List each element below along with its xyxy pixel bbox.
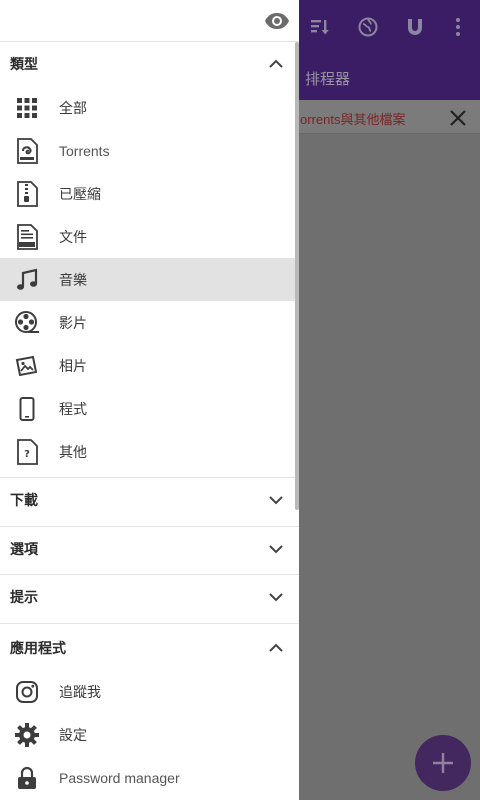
divider: [0, 623, 299, 624]
nav-item-label: 全部: [59, 99, 87, 116]
nav-item-password-manager[interactable]: Password manager: [0, 756, 299, 799]
nav-item-torrents[interactable]: Torrents: [0, 129, 299, 172]
nav-item-label: 影片: [59, 314, 87, 331]
magnet-icon[interactable]: [398, 10, 432, 44]
nav-item-label: 追蹤我: [59, 683, 101, 700]
scrollbar-thumb[interactable]: [295, 42, 299, 510]
nav-item-other[interactable]: ? 其他: [0, 430, 299, 473]
eye-icon[interactable]: [264, 9, 290, 33]
chevron-down-icon: [269, 496, 283, 505]
section-header-types[interactable]: 類型: [0, 42, 299, 86]
chevron-down-icon: [269, 545, 283, 554]
nav-item-label: Password manager: [59, 769, 180, 786]
section-title: 類型: [10, 56, 38, 72]
notice-text: orrents與其他檔案: [300, 112, 406, 127]
doc-file-icon: [14, 223, 40, 250]
nav-item-all[interactable]: 全部: [0, 86, 299, 129]
section-header-options[interactable]: 選項: [0, 527, 299, 571]
navigation-drawer: 類型 全部 Torrents 已壓縮 文件 音樂 影片 相片 程式 ? 其他 下…: [0, 0, 299, 800]
plus-icon: [433, 753, 453, 773]
section-title: 下載: [10, 492, 38, 508]
nav-item-videos[interactable]: 影片: [0, 301, 299, 344]
close-icon[interactable]: [446, 106, 470, 130]
grid-icon: [14, 95, 40, 121]
add-fab-button[interactable]: [415, 735, 471, 791]
chevron-down-icon: [269, 593, 283, 602]
section-title: 選項: [10, 541, 38, 557]
chevron-up-icon: [269, 643, 283, 652]
app-subtitle: 排程器: [305, 71, 351, 88]
nav-item-label: 相片: [59, 357, 87, 374]
drawer-header: [0, 0, 299, 42]
zip-file-icon: [14, 180, 40, 207]
nav-item-label: 其他: [59, 443, 87, 460]
nav-item-apps[interactable]: 程式: [0, 387, 299, 430]
nav-item-compressed[interactable]: 已壓縮: [0, 172, 299, 215]
section-title: 應用程式: [10, 640, 66, 656]
section-header-download[interactable]: 下載: [0, 478, 299, 522]
more-vert-icon[interactable]: [441, 10, 475, 44]
nav-item-label: Torrents: [59, 142, 110, 159]
chevron-up-icon: [269, 59, 283, 68]
section-title: 提示: [10, 589, 38, 605]
music-note-icon: [14, 267, 40, 293]
globe-icon[interactable]: [351, 10, 385, 44]
nav-item-follow-me[interactable]: 追蹤我: [0, 670, 299, 713]
lock-icon: [14, 765, 40, 791]
svg-text:?: ?: [24, 449, 30, 460]
nav-item-label: 設定: [59, 726, 87, 743]
nav-item-documents[interactable]: 文件: [0, 215, 299, 258]
unknown-file-icon: ?: [14, 438, 40, 465]
sort-icon[interactable]: [302, 10, 336, 44]
nav-item-label: 文件: [59, 228, 87, 245]
nav-item-label: 音樂: [59, 271, 87, 288]
nav-item-photos[interactable]: 相片: [0, 344, 299, 387]
section-header-app[interactable]: 應用程式: [0, 626, 299, 670]
photos-icon: [14, 353, 40, 379]
phone-icon: [14, 396, 40, 422]
nav-item-music[interactable]: 音樂: [0, 258, 299, 301]
nav-item-label: 程式: [59, 400, 87, 417]
app-actions: [300, 10, 480, 44]
torrent-file-icon: [14, 137, 40, 164]
nav-item-label: 已壓縮: [59, 185, 101, 202]
instagram-icon: [14, 679, 40, 705]
gear-icon: [14, 722, 40, 748]
film-reel-icon: [14, 310, 40, 336]
section-header-tips[interactable]: 提示: [0, 575, 299, 619]
nav-item-settings[interactable]: 設定: [0, 713, 299, 756]
